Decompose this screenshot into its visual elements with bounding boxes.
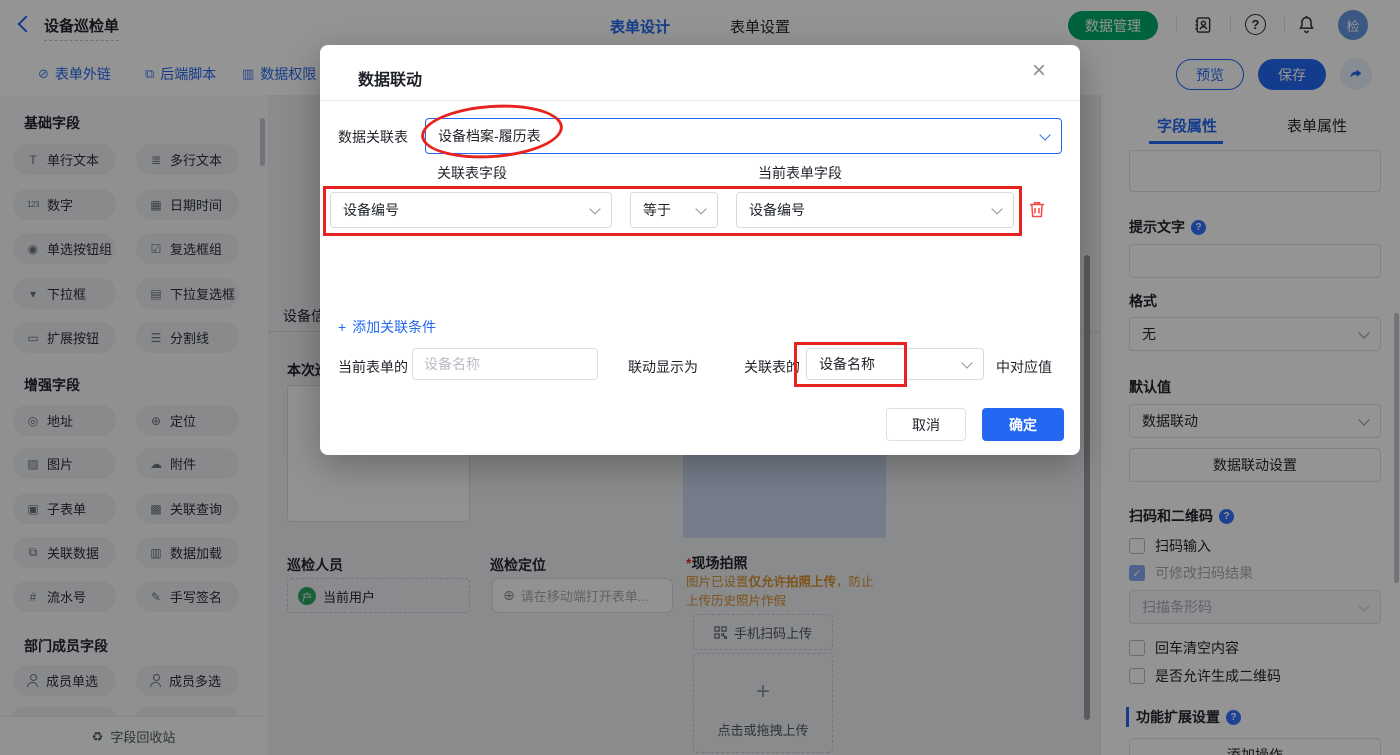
cancel-button[interactable]: 取消 bbox=[886, 408, 966, 441]
plus-icon: + bbox=[338, 319, 347, 335]
annotation-box-linked-field bbox=[794, 342, 907, 387]
modal-header-divider bbox=[320, 100, 1080, 101]
current-form-label: 当前表单的 bbox=[338, 359, 408, 375]
trash-icon bbox=[1030, 202, 1044, 218]
chevron-down-icon bbox=[1039, 128, 1051, 141]
confirm-button[interactable]: 确定 bbox=[982, 408, 1064, 441]
data-linkage-modal: 数据联动 × 数据关联表 设备档案-履历表 关联表字段 当前表单字段 设备编号 … bbox=[320, 45, 1080, 455]
close-icon[interactable]: × bbox=[1032, 59, 1046, 83]
delete-condition-button[interactable] bbox=[1028, 200, 1046, 222]
add-condition-label: 添加关联条件 bbox=[352, 319, 437, 335]
display-as-label: 联动显示为 bbox=[628, 359, 698, 375]
modal-title: 数据联动 bbox=[358, 72, 423, 89]
column-header-left: 关联表字段 bbox=[437, 165, 507, 181]
value-suffix-label: 中对应值 bbox=[996, 359, 1052, 375]
chevron-down-icon bbox=[961, 356, 973, 369]
add-condition-link[interactable]: + 添加关联条件 bbox=[338, 317, 436, 337]
link-table-label: 数据关联表 bbox=[338, 129, 408, 145]
annotation-box-condition-row bbox=[323, 186, 1022, 236]
column-header-right: 当前表单字段 bbox=[758, 165, 842, 181]
current-form-field-input[interactable] bbox=[412, 348, 598, 380]
linked-table-label: 关联表的 bbox=[744, 359, 800, 375]
app-window: 设备巡检单 表单设计 表单设置 数据管理 ? 检 ⊘ 表单外链 ⧉ 后端脚本 ▥… bbox=[0, 0, 1400, 755]
